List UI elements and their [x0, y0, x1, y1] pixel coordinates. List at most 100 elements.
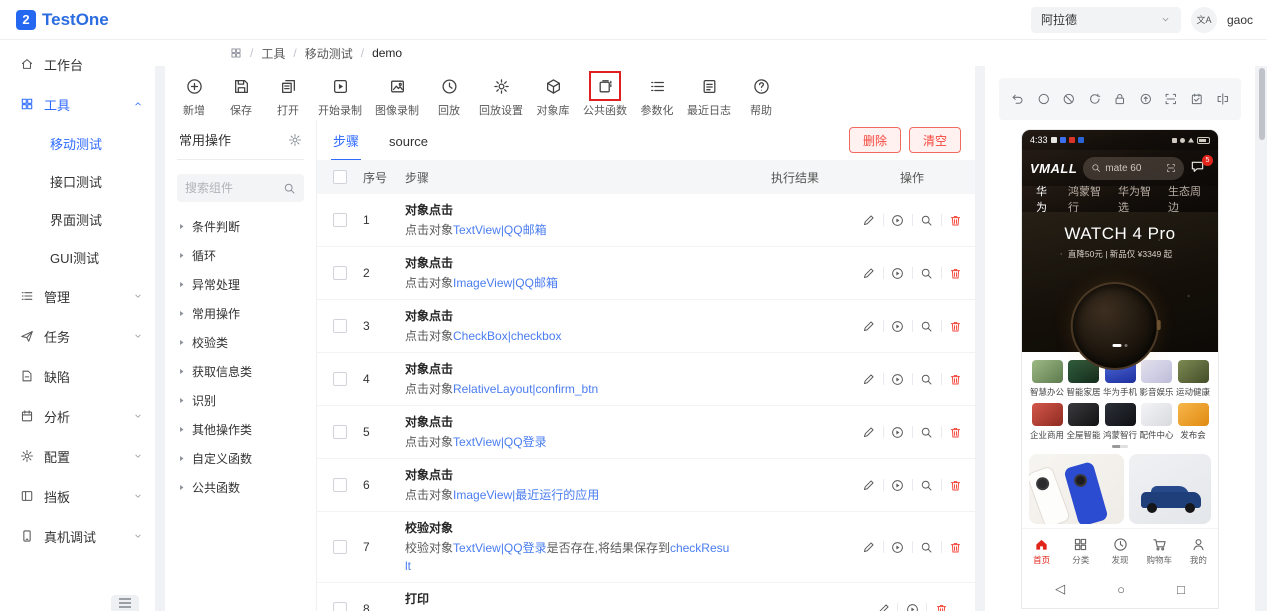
tree-group-recognition[interactable]: 识别 [177, 386, 304, 415]
delete-icon[interactable] [945, 214, 967, 227]
sidebar-item-gui-test[interactable]: GUI测试 [0, 238, 155, 276]
search-icon[interactable] [916, 426, 938, 439]
tree-group-get-info[interactable]: 获取信息类 [177, 357, 304, 386]
sidebar-item-tools[interactable]: 工具 [0, 84, 155, 124]
android-recents-icon[interactable]: □ [1177, 582, 1185, 597]
tab-steps[interactable]: 步骤 [331, 120, 361, 161]
split-screen-icon[interactable] [1216, 92, 1230, 106]
app-logo[interactable]: 2 TestOne [16, 10, 109, 30]
category-item[interactable]: 全屋智能 [1067, 403, 1101, 441]
category-item[interactable]: 影音娱乐 [1140, 360, 1174, 398]
run-icon[interactable] [887, 426, 909, 439]
sidebar-item-analysis[interactable]: 分析 [0, 396, 155, 436]
block-icon[interactable] [1062, 92, 1076, 106]
run-icon[interactable] [901, 603, 923, 611]
start-record-button[interactable]: 开始录制 [318, 71, 362, 118]
android-home-icon[interactable]: ○ [1117, 582, 1125, 597]
open-button[interactable]: 打开 [271, 71, 305, 118]
row-checkbox[interactable] [333, 602, 347, 611]
phone-tab-select[interactable]: 华为智选 [1118, 183, 1154, 215]
object-link[interactable]: TextView|QQ邮箱 [453, 223, 547, 237]
sidebar-item-api-test[interactable]: 接口测试 [0, 162, 155, 200]
product-card-car[interactable] [1129, 454, 1211, 524]
new-button[interactable]: 新增 [177, 71, 211, 118]
category-item[interactable]: 发布会 [1176, 403, 1210, 441]
edit-icon[interactable] [872, 603, 894, 611]
sidebar-item-real-device-debug[interactable]: 真机调试 [0, 516, 155, 556]
object-link[interactable]: ImageView|QQ邮箱 [453, 276, 558, 290]
row-checkbox[interactable] [333, 372, 347, 386]
sidebar-item-ui-test[interactable]: 界面测试 [0, 200, 155, 238]
nav-categories[interactable]: 分类 [1061, 537, 1100, 566]
edit-icon[interactable] [858, 214, 880, 227]
tree-group-exception[interactable]: 异常处理 [177, 270, 304, 299]
row-checkbox[interactable] [333, 213, 347, 227]
delete-icon[interactable] [930, 603, 952, 611]
search-icon[interactable] [916, 479, 938, 492]
select-all-checkbox[interactable] [333, 170, 347, 184]
nav-me[interactable]: 我的 [1179, 537, 1218, 566]
image-record-button[interactable]: 图像录制 [375, 71, 419, 118]
product-card-phones[interactable] [1029, 454, 1124, 524]
object-link[interactable]: CheckBox|checkbox [453, 329, 562, 343]
search-icon[interactable] [916, 267, 938, 280]
sidebar-item-defects[interactable]: 缺陷 [0, 356, 155, 396]
edit-icon[interactable] [858, 479, 880, 492]
object-link[interactable]: ImageView|最近运行的应用 [453, 488, 599, 502]
object-link[interactable]: TextView|QQ登录 [453, 435, 547, 449]
lock-icon[interactable] [1113, 92, 1127, 106]
row-checkbox[interactable] [333, 266, 347, 280]
tree-group-custom-functions[interactable]: 自定义函数 [177, 444, 304, 473]
phone-tab-harmony[interactable]: 鸿蒙智行 [1068, 183, 1104, 215]
object-library-button[interactable]: 对象库 [536, 71, 570, 118]
tab-source[interactable]: source [387, 123, 430, 158]
android-back-icon[interactable]: ◁ [1055, 581, 1065, 597]
category-item[interactable]: 鸿蒙智行 [1103, 403, 1137, 441]
gear-icon[interactable] [288, 133, 302, 147]
tree-group-verify[interactable]: 校验类 [177, 328, 304, 357]
phone-tab-ecosystem[interactable]: 生态周边 [1168, 183, 1204, 215]
tree-group-public-functions[interactable]: 公共函数 [177, 473, 304, 502]
edit-icon[interactable] [858, 541, 880, 554]
language-switch-button[interactable]: 文A [1191, 7, 1217, 33]
row-checkbox[interactable] [333, 425, 347, 439]
breadcrumb-item-mobile-test[interactable]: 移动测试 [305, 45, 353, 62]
recent-logs-button[interactable]: 最近日志 [687, 71, 731, 118]
nav-home[interactable]: 首页 [1022, 537, 1061, 566]
run-icon[interactable] [887, 320, 909, 333]
category-item[interactable]: 企业商用 [1030, 403, 1064, 441]
delete-icon[interactable] [945, 426, 967, 439]
run-icon[interactable] [887, 267, 909, 280]
page-scrollbar[interactable] [1259, 68, 1265, 140]
row-checkbox[interactable] [333, 478, 347, 492]
tree-group-loop[interactable]: 循环 [177, 241, 304, 270]
search-icon[interactable] [283, 182, 296, 195]
sidebar-item-mock[interactable]: 挡板 [0, 476, 155, 516]
edit-icon[interactable] [858, 373, 880, 386]
breadcrumb-item-tools[interactable]: 工具 [261, 45, 285, 62]
delete-icon[interactable] [945, 479, 967, 492]
sidebar-collapse-button[interactable] [111, 595, 139, 611]
phone-tab-huawei[interactable]: 华为 [1036, 183, 1054, 215]
search-icon[interactable] [916, 541, 938, 554]
object-link[interactable]: TextView|QQ登录 [453, 541, 547, 555]
common-functions-button[interactable]: 公共函数 [583, 71, 627, 118]
sidebar-item-mobile-test[interactable]: 移动测试 [0, 124, 155, 162]
edit-icon[interactable] [858, 426, 880, 439]
delete-icon[interactable] [945, 373, 967, 386]
replay-button[interactable]: 回放 [432, 71, 466, 118]
save-button[interactable]: 保存 [224, 71, 258, 118]
run-icon[interactable] [887, 373, 909, 386]
category-item[interactable]: 配件中心 [1140, 403, 1174, 441]
row-checkbox[interactable] [333, 540, 347, 554]
workspace-select[interactable]: 阿拉德 [1031, 7, 1181, 33]
tree-group-condition[interactable]: 条件判断 [177, 212, 304, 241]
scan-icon[interactable] [1166, 163, 1176, 173]
refresh-icon[interactable] [1088, 92, 1102, 106]
sidebar-item-manage[interactable]: 管理 [0, 276, 155, 316]
run-icon[interactable] [887, 541, 909, 554]
row-checkbox[interactable] [333, 319, 347, 333]
delete-icon[interactable] [945, 541, 967, 554]
edit-icon[interactable] [858, 267, 880, 280]
tree-group-common-ops[interactable]: 常用操作 [177, 299, 304, 328]
